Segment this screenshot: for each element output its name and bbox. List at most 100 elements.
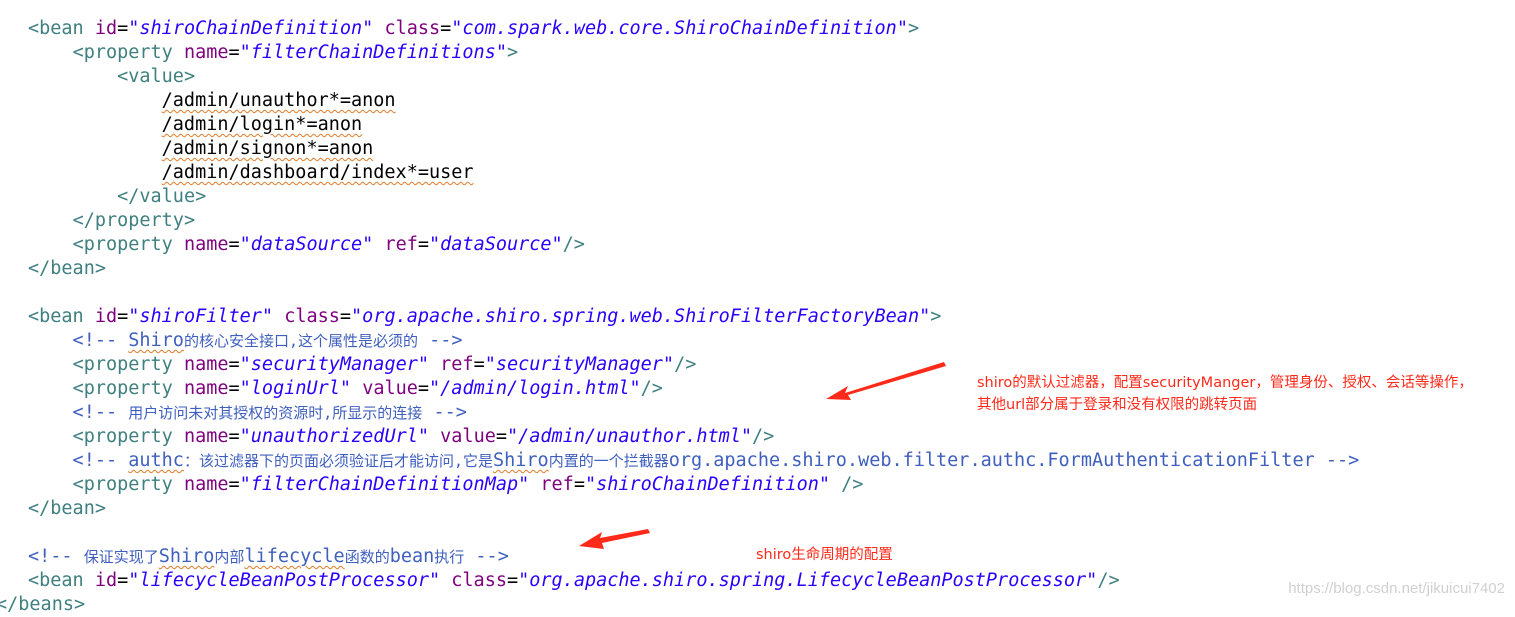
- attr-value: "unauthorizedUrl": [239, 426, 430, 447]
- attr-value: "shiroChainDefinition": [128, 18, 374, 39]
- comment-text: ,这个属性是必须的: [288, 332, 419, 350]
- tag-name: bean: [39, 306, 84, 327]
- attr-name: ref: [440, 354, 474, 375]
- comment-text: 内置的一个拦截器: [548, 452, 669, 470]
- attr-value: "org.apache.shiro.spring.web.ShiroFilter…: [351, 306, 931, 327]
- code-editor[interactable]: <bean id="shiroChainDefinition" class="c…: [0, 0, 1515, 615]
- attr-name: name: [183, 474, 229, 495]
- comment-text: lifecycle: [244, 546, 345, 567]
- attr-value: "loginUrl": [239, 378, 352, 399]
- code-line: /admin/unauthor*=anon: [28, 89, 396, 113]
- attr-name: name: [183, 378, 229, 399]
- tag-name: bean: [39, 18, 84, 39]
- comment-text: authc: [128, 450, 184, 471]
- attr-value: "filterChainDefinitions": [239, 42, 507, 63]
- tag-name: property: [94, 210, 184, 231]
- code-comment: <!-- 用户访问未对其授权的资源时,所显示的连接 -->: [28, 402, 467, 423]
- comment-text: Shiro: [128, 330, 184, 351]
- tag-name: property: [83, 354, 173, 375]
- comment-text: 保证实现了: [83, 548, 159, 566]
- code-line: <value>: [117, 66, 196, 87]
- attr-name: class: [284, 306, 340, 327]
- code-line: <property name="loginUrl" value="/admin/…: [72, 378, 663, 399]
- tag-name: property: [83, 474, 173, 495]
- attr-value: "org.apache.shiro.spring.LifecycleBeanPo…: [518, 570, 1098, 591]
- attr-name: class: [384, 18, 441, 39]
- code-line: <property name="securityManager" ref="se…: [72, 354, 697, 375]
- comment-text: org.apache.shiro.web.filter.authc.FormAu…: [668, 450, 1315, 471]
- attr-value: "/admin/login.html": [429, 378, 641, 399]
- attr-value: "/admin/unauthor.html": [507, 426, 753, 447]
- comment-text: ,它是: [453, 452, 493, 470]
- attr-name: value: [362, 378, 418, 399]
- annotation-line: shiro的默认过滤器，配置securityManger，管理身份、授权、会话等…: [977, 375, 1473, 391]
- tag-name: value: [128, 66, 184, 87]
- code-comment: <!-- Shiro的核心安全接口,这个属性是必须的 -->: [28, 330, 463, 351]
- tag-name: bean: [50, 258, 95, 279]
- watermark: https://blog.csdn.net/jikuicui7402: [1288, 580, 1505, 597]
- attr-value: "filterChainDefinitionMap": [239, 474, 530, 495]
- code-comment: <!-- authc：该过滤器下的页面必须验证后才能访问,它是Shiro内置的一…: [28, 450, 1360, 471]
- attr-value: "com.spark.web.core.ShiroChainDefinition…: [451, 18, 908, 39]
- code-line: /admin/login*=anon: [28, 113, 362, 137]
- attr-value: "shiroChainDefinition": [584, 474, 830, 495]
- attr-name: id: [94, 570, 118, 591]
- attr-name: class: [451, 570, 507, 591]
- attr-name: ref: [540, 474, 574, 495]
- comment-text: 用户访问未对其授权的资源时: [128, 404, 324, 422]
- code-line: /admin/dashboard/index*=user: [28, 161, 474, 185]
- attr-name: value: [440, 426, 496, 447]
- code-line: /admin/signon*=anon: [28, 137, 374, 161]
- text-content: /admin/dashboard/index*=user: [161, 162, 474, 183]
- comment-text: bean: [389, 546, 435, 567]
- tag-name: property: [83, 378, 173, 399]
- comment-text: ：该过滤器下的页面必须验证后才能访问: [183, 452, 454, 470]
- attr-name: name: [183, 234, 229, 255]
- comment-text: Shiro: [158, 546, 215, 567]
- code-line: <bean id="shiroChainDefinition" class="c…: [28, 18, 920, 39]
- comment-text: ,所显示的连接: [323, 404, 423, 422]
- comment-text: 的核心安全接口: [183, 332, 289, 350]
- comment-text: 执行: [434, 548, 465, 566]
- attr-name: name: [183, 354, 229, 375]
- code-line: </bean>: [28, 498, 106, 519]
- attr-name: name: [183, 42, 229, 63]
- lifecycle-annotation: shiro生命周期的配置: [756, 547, 893, 563]
- code-line: <property name="filterChainDefinitionMap…: [72, 474, 864, 495]
- filter-annotation: shiro的默认过滤器，配置securityManger，管理身份、授权、会话等…: [977, 372, 1473, 416]
- code-line: <bean id="shiroFilter" class="org.apache…: [28, 306, 942, 327]
- tag-name: bean: [50, 498, 95, 519]
- attr-name: name: [183, 426, 229, 447]
- tag-name: value: [139, 186, 196, 207]
- attr-value: "dataSource": [429, 234, 563, 255]
- attr-name: id: [94, 306, 118, 327]
- text-content: /admin/signon*=anon: [161, 138, 374, 159]
- code-line: </beans>: [0, 594, 86, 615]
- attr-value: "securityManager": [484, 354, 675, 375]
- text-content: /admin/login*=anon: [161, 114, 363, 135]
- text-content: /admin/unauthor*=anon: [161, 90, 396, 111]
- attr-name: ref: [384, 234, 418, 255]
- code-line: <property name="filterChainDefinitions">: [72, 42, 519, 63]
- attr-name: id: [94, 18, 118, 39]
- comment-text: 内部: [214, 548, 245, 566]
- tag-name: bean: [39, 570, 84, 591]
- tag-name: property: [83, 42, 173, 63]
- code-line: </value>: [117, 186, 207, 207]
- code-line: </property>: [72, 210, 196, 231]
- code-line: </bean>: [28, 258, 106, 279]
- tag-name: property: [83, 234, 173, 255]
- attr-value: "shiroFilter": [128, 306, 274, 327]
- code-line: <bean id="lifecycleBeanPostProcessor" cl…: [28, 570, 1120, 591]
- tag-name: beans: [18, 594, 74, 615]
- attr-value: "dataSource": [239, 234, 374, 255]
- comment-text: Shiro: [493, 450, 549, 471]
- code-line: <property name="unauthorizedUrl" value="…: [72, 426, 775, 447]
- comment-text: 函数的: [344, 548, 390, 566]
- code-comment: <!-- 保证实现了Shiro内部lifecycle函数的bean执行 -->: [28, 546, 509, 567]
- code-line: <property name="dataSource" ref="dataSou…: [72, 234, 585, 255]
- attr-value: "lifecycleBeanPostProcessor": [128, 570, 441, 591]
- attr-value: "securityManager": [239, 354, 430, 375]
- tag-name: property: [83, 426, 173, 447]
- annotation-line: 其他url部分属于登录和没有权限的跳转页面: [977, 397, 1258, 413]
